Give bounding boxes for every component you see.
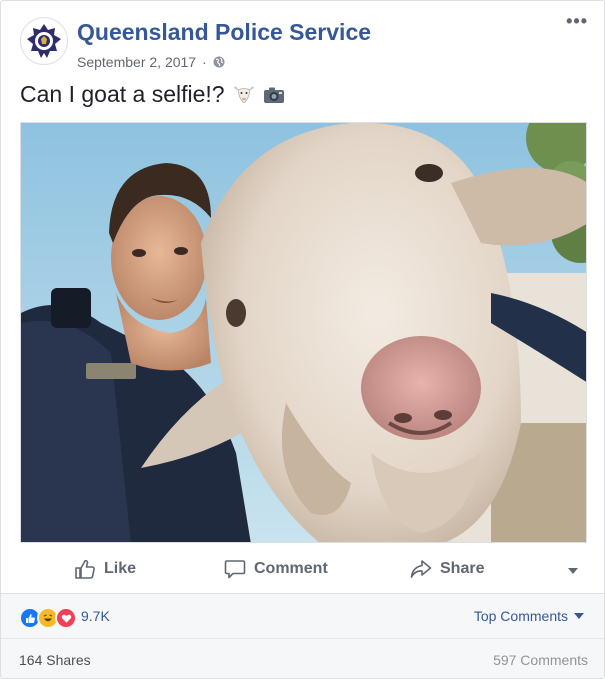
shares-count[interactable]: 164 Shares	[19, 652, 91, 668]
top-comments-dropdown[interactable]: Top Comments	[474, 608, 584, 624]
page-name-link[interactable]: Queensland Police Service	[77, 19, 371, 46]
caret-down-icon	[574, 613, 584, 619]
comment-label: Comment	[254, 560, 328, 577]
comment-bubble-icon	[224, 560, 246, 579]
meta-separator: ·	[202, 54, 207, 70]
love-reaction-icon	[55, 607, 77, 629]
post-photo[interactable]	[20, 122, 587, 543]
camera-emoji-icon	[263, 87, 284, 103]
thumbs-up-icon	[75, 559, 95, 579]
post-actions: Like Comment Share	[20, 549, 587, 587]
comments-count[interactable]: 597 Comments	[493, 652, 588, 668]
facebook-post: Queensland Police Service September 2, 2…	[0, 0, 605, 679]
reaction-count[interactable]: 9.7K	[81, 608, 110, 624]
police-badge-icon	[26, 23, 62, 59]
share-options-button[interactable]	[567, 562, 579, 580]
reaction-icons[interactable]	[19, 607, 77, 629]
like-label: Like	[104, 560, 137, 577]
page-avatar[interactable]	[20, 17, 68, 65]
caption-text: Can I goat a selfie!?	[20, 81, 225, 107]
reactions-bar: 9.7K Top Comments	[1, 593, 604, 639]
share-button[interactable]: Share	[410, 558, 484, 580]
shares-bar: 164 Shares 597 Comments	[1, 638, 604, 678]
comment-button[interactable]: Comment	[224, 558, 328, 580]
share-arrow-icon	[410, 560, 432, 578]
chevron-down-icon	[568, 568, 578, 574]
post-meta: September 2, 2017 ·	[77, 54, 225, 70]
post-caption: Can I goat a selfie!?	[20, 81, 285, 108]
goat-selfie-photo	[21, 123, 586, 542]
goat-emoji-icon	[233, 86, 254, 103]
top-comments-label: Top Comments	[473, 608, 568, 624]
post-date[interactable]: September 2, 2017	[77, 54, 196, 70]
share-label: Share	[440, 560, 485, 577]
globe-icon[interactable]	[213, 56, 225, 68]
like-button[interactable]: Like	[74, 558, 136, 580]
more-options-button[interactable]: •••	[566, 11, 588, 32]
